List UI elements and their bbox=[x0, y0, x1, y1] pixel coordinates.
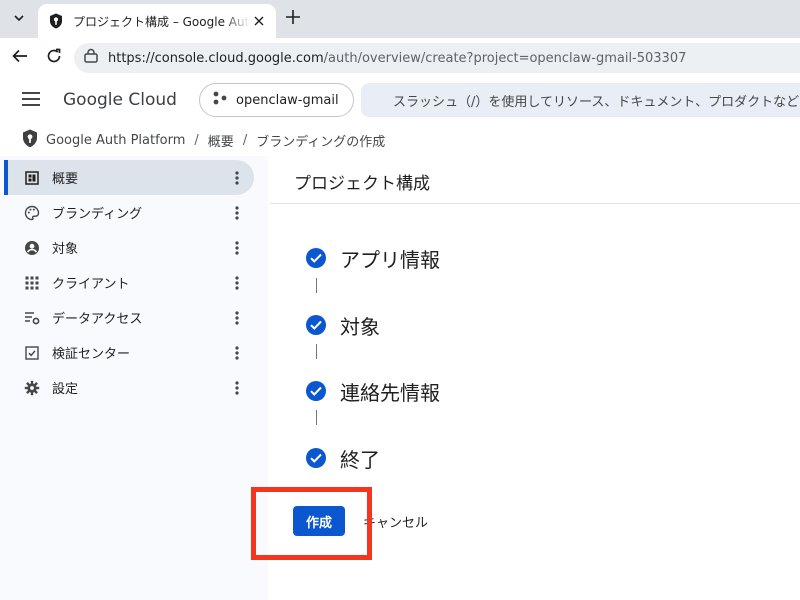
sidebar-item-audience[interactable]: 対象 bbox=[4, 230, 254, 265]
check-circle-icon bbox=[306, 315, 326, 335]
more-vert-icon[interactable] bbox=[228, 379, 246, 397]
sidebar-item-verification-center[interactable]: 検証センター bbox=[4, 335, 254, 370]
more-vert-icon[interactable] bbox=[228, 274, 246, 292]
annotation-highlight-box bbox=[251, 487, 372, 560]
page-title-bar: プロジェクト構成 bbox=[270, 156, 800, 204]
new-tab-button[interactable] bbox=[282, 8, 304, 30]
breadcrumb: Google Auth Platform / 概要 / ブランディングの作成 bbox=[0, 124, 800, 156]
breadcrumb-current: ブランディングの作成 bbox=[256, 134, 386, 150]
hamburger-icon bbox=[21, 91, 41, 111]
tab-title: プロジェクト構成 – Google Auth Platform bbox=[73, 14, 250, 29]
breadcrumb-overview[interactable]: 概要 bbox=[208, 131, 234, 150]
search-input[interactable]: スラッシュ（/）を使用してリソース、ドキュメント、プロダクトなど bbox=[361, 83, 800, 117]
sidebar-item-label: 検証センター bbox=[52, 347, 131, 362]
sidebar-item-overview[interactable]: 概要 bbox=[4, 160, 254, 195]
data-settings-icon bbox=[24, 310, 40, 326]
back-button[interactable] bbox=[8, 46, 32, 70]
breadcrumb-separator: / bbox=[242, 132, 248, 148]
address-bar[interactable]: https://console.cloud.google.com/auth/ov… bbox=[74, 43, 800, 73]
palette-icon bbox=[24, 205, 40, 221]
browser-tab-active[interactable]: プロジェクト構成 – Google Auth Platform bbox=[38, 4, 276, 38]
shield-key-icon bbox=[48, 13, 64, 29]
url-path: /auth/overview/create?project=openclaw-g… bbox=[323, 50, 687, 66]
console-header: Google Cloud openclaw-gmail スラッシュ（/）を使用し… bbox=[0, 78, 800, 124]
plus-icon bbox=[285, 9, 301, 29]
close-icon[interactable] bbox=[250, 12, 268, 30]
reload-button[interactable] bbox=[42, 46, 66, 70]
browser-tab-strip: プロジェクト構成 – Google Auth Platform bbox=[0, 0, 800, 38]
sidebar-item-branding[interactable]: ブランディング bbox=[4, 195, 254, 230]
more-vert-icon[interactable] bbox=[228, 169, 246, 187]
apps-grid-icon bbox=[24, 275, 40, 291]
tab-search-button[interactable] bbox=[6, 7, 32, 31]
breadcrumb-root[interactable]: Google Auth Platform bbox=[46, 133, 185, 148]
project-picker[interactable]: openclaw-gmail bbox=[199, 83, 354, 117]
sidebar: 概要 ブランディング 対象 クライアント データアクセス 検証センター 設定 bbox=[0, 156, 268, 600]
sidebar-item-data-access[interactable]: データアクセス bbox=[4, 300, 254, 335]
stepper-connector bbox=[316, 278, 317, 293]
step-label: アプリ情報 bbox=[340, 247, 440, 272]
account-circle-icon bbox=[24, 240, 40, 256]
stepper-connector bbox=[316, 410, 317, 425]
url-host: https://console.cloud.google.com bbox=[108, 50, 324, 66]
check-circle-icon bbox=[306, 381, 326, 401]
cancel-button[interactable]: キャンセル bbox=[363, 506, 428, 536]
url-text: https://console.cloud.google.com/auth/ov… bbox=[108, 51, 686, 66]
site-info-icon[interactable] bbox=[83, 48, 99, 68]
arrow-left-icon bbox=[11, 47, 29, 69]
sidebar-item-label: 概要 bbox=[52, 172, 79, 187]
search-placeholder: スラッシュ（/）を使用してリソース、ドキュメント、プロダクトなど bbox=[393, 94, 800, 110]
check-circle-icon bbox=[306, 448, 326, 468]
reload-icon bbox=[45, 47, 63, 69]
stepper-step-contact-info[interactable]: 連絡先情報 bbox=[306, 376, 440, 406]
more-vert-icon[interactable] bbox=[228, 239, 246, 257]
main-menu-button[interactable] bbox=[20, 90, 42, 112]
google-cloud-logo[interactable]: Google Cloud bbox=[63, 90, 177, 110]
step-label: 対象 bbox=[340, 314, 380, 339]
chevron-down-icon bbox=[12, 10, 26, 29]
browser-toolbar: https://console.cloud.google.com/auth/ov… bbox=[0, 38, 800, 78]
more-vert-icon[interactable] bbox=[228, 344, 246, 362]
more-vert-icon[interactable] bbox=[228, 309, 246, 327]
more-vert-icon[interactable] bbox=[228, 204, 246, 222]
stepper-step-audience[interactable]: 対象 bbox=[306, 310, 380, 340]
auth-platform-shield-icon bbox=[22, 129, 38, 152]
sidebar-item-label: ブランディング bbox=[52, 207, 143, 222]
sidebar-item-clients[interactable]: クライアント bbox=[4, 265, 254, 300]
page-title: プロジェクト構成 bbox=[294, 174, 430, 194]
sidebar-item-label: クライアント bbox=[52, 277, 130, 292]
stepper-step-app-info[interactable]: アプリ情報 bbox=[306, 243, 440, 273]
step-label: 連絡先情報 bbox=[340, 380, 440, 405]
sidebar-item-label: 対象 bbox=[52, 242, 79, 257]
check-circle-icon bbox=[306, 248, 326, 268]
project-nodes-icon bbox=[212, 90, 228, 110]
step-label: 終了 bbox=[340, 447, 380, 472]
project-name: openclaw-gmail bbox=[236, 92, 339, 108]
sidebar-item-settings[interactable]: 設定 bbox=[4, 370, 254, 405]
sidebar-item-label: 設定 bbox=[52, 382, 79, 397]
dashboard-icon bbox=[24, 170, 40, 186]
stepper-connector bbox=[316, 344, 317, 359]
stepper-step-finish[interactable]: 終了 bbox=[306, 443, 380, 473]
checkbox-icon bbox=[24, 345, 40, 361]
breadcrumb-separator: / bbox=[194, 132, 199, 148]
sidebar-item-label: データアクセス bbox=[52, 312, 143, 327]
gear-icon bbox=[24, 380, 40, 396]
